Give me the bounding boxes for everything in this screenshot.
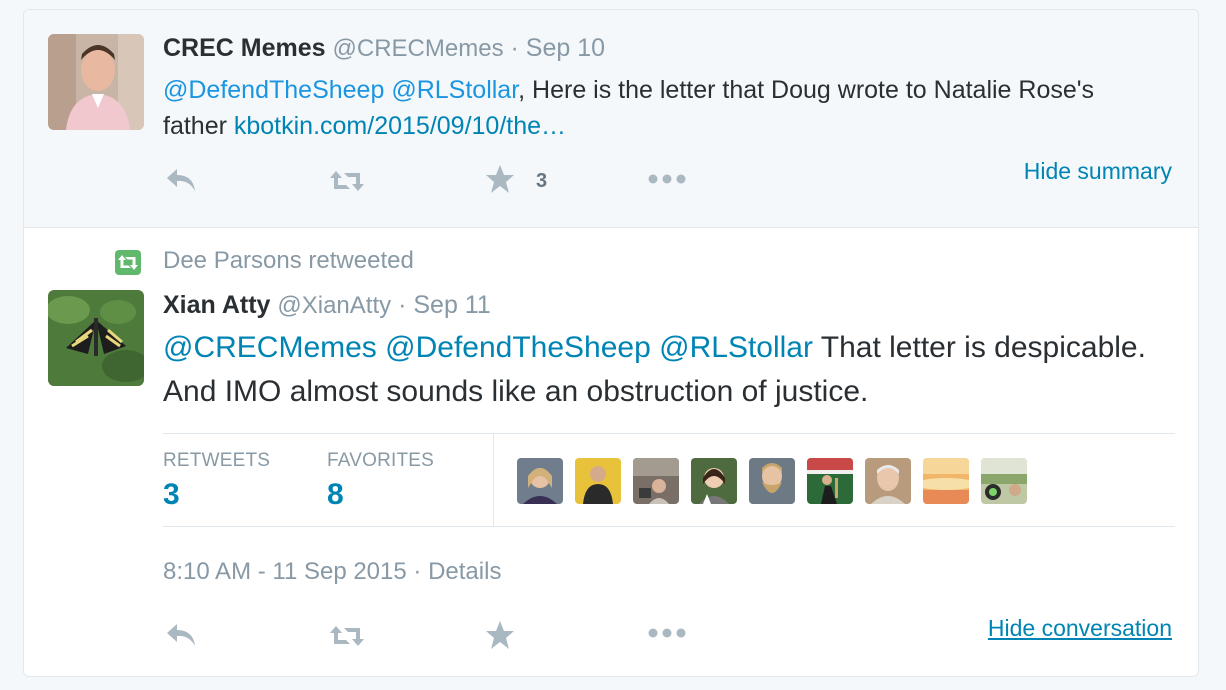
mention-link[interactable]: @RLStollar: [391, 76, 518, 104]
reply-button[interactable]: [165, 622, 197, 653]
url-link[interactable]: kbotkin.com/2015/09/10/the…: [234, 112, 566, 140]
retweets-count: 3: [163, 478, 180, 511]
star-icon: [486, 165, 514, 193]
tweet-metadata: 8:10 AM - 11 Sep 2015 · Details: [163, 558, 501, 586]
favoriter-avatar[interactable]: [749, 458, 795, 504]
author-name[interactable]: Xian Atty: [163, 291, 270, 319]
retweet-context-text[interactable]: Dee Parsons retweeted: [163, 247, 414, 275]
reply-icon: [167, 624, 195, 646]
tweet-stats: RETWEETS 3 FAVORITES 8: [163, 433, 1175, 527]
stats-divider: [493, 434, 494, 526]
tweet-timestamp[interactable]: 8:10 AM - 11 Sep 2015: [163, 558, 407, 585]
author-handle[interactable]: @CRECMemes: [333, 35, 504, 62]
tweet-text: @DefendTheSheep @RLStollar, Here is the …: [163, 72, 1153, 144]
tweet-header: CREC Memes @CRECMemes · Sep 10: [163, 34, 605, 63]
author-handle[interactable]: @XianAtty: [277, 292, 391, 319]
parent-tweet[interactable]: CREC Memes @CRECMemes · Sep 10 @DefendTh…: [24, 10, 1198, 228]
favoriter-avatar[interactable]: [981, 458, 1027, 504]
avatar[interactable]: [48, 290, 144, 386]
tweet-time[interactable]: Sep 11: [413, 291, 490, 319]
more-dots-icon: [648, 628, 686, 638]
retweet-icon: [330, 171, 364, 191]
retweets-stat[interactable]: RETWEETS 3: [163, 450, 270, 512]
avatar[interactable]: [48, 34, 144, 130]
retweet-button[interactable]: [328, 624, 366, 653]
retweet-context-icon: [115, 250, 141, 275]
author-name[interactable]: CREC Memes: [163, 34, 326, 62]
tweet-text: @CRECMemes @DefendTheSheep @RLStollar Th…: [163, 326, 1163, 414]
favorites-stat[interactable]: FAVORITES 8: [327, 450, 434, 512]
favorites-label: FAVORITES: [327, 450, 435, 471]
more-dots-icon: [648, 174, 686, 184]
favorites-count: 8: [327, 478, 344, 511]
retweets-label: RETWEETS: [163, 450, 271, 471]
mention-link[interactable]: @RLStollar: [659, 331, 813, 364]
reply-icon: [167, 169, 195, 191]
hide-summary-link[interactable]: Hide summary: [1024, 158, 1172, 185]
tweet-header: Xian Atty @XianAtty · Sep 11: [163, 291, 491, 320]
separator: ·: [398, 291, 407, 319]
favoriter-avatar[interactable]: [923, 458, 969, 504]
favoriter-avatar[interactable]: [865, 458, 911, 504]
mention-link[interactable]: @DefendTheSheep: [163, 76, 384, 104]
more-button[interactable]: [647, 172, 687, 190]
reply-button[interactable]: [165, 167, 197, 198]
favoriter-avatar[interactable]: [575, 458, 621, 504]
separator: ·: [413, 558, 422, 585]
retweet-button[interactable]: [328, 169, 366, 198]
more-button[interactable]: [647, 626, 687, 644]
favorite-count: 3: [536, 170, 548, 192]
favorite-button[interactable]: [485, 164, 515, 199]
mention-link[interactable]: @DefendTheSheep: [385, 331, 651, 364]
tweet-time[interactable]: Sep 10: [526, 34, 605, 62]
favoriter-avatar[interactable]: [807, 458, 853, 504]
retweet-icon: [330, 626, 364, 646]
separator: ·: [510, 34, 519, 62]
favoriter-avatar[interactable]: [633, 458, 679, 504]
hide-conversation-link[interactable]: Hide conversation: [988, 615, 1172, 642]
favoriter-avatar[interactable]: [691, 458, 737, 504]
conversation-card: CREC Memes @CRECMemes · Sep 10 @DefendTh…: [23, 9, 1199, 677]
star-icon: [486, 621, 514, 649]
mention-link[interactable]: @CRECMemes: [163, 331, 377, 364]
favoriter-avatar[interactable]: [517, 458, 563, 504]
details-link[interactable]: Details: [428, 558, 501, 585]
favorite-button[interactable]: [485, 620, 515, 655]
